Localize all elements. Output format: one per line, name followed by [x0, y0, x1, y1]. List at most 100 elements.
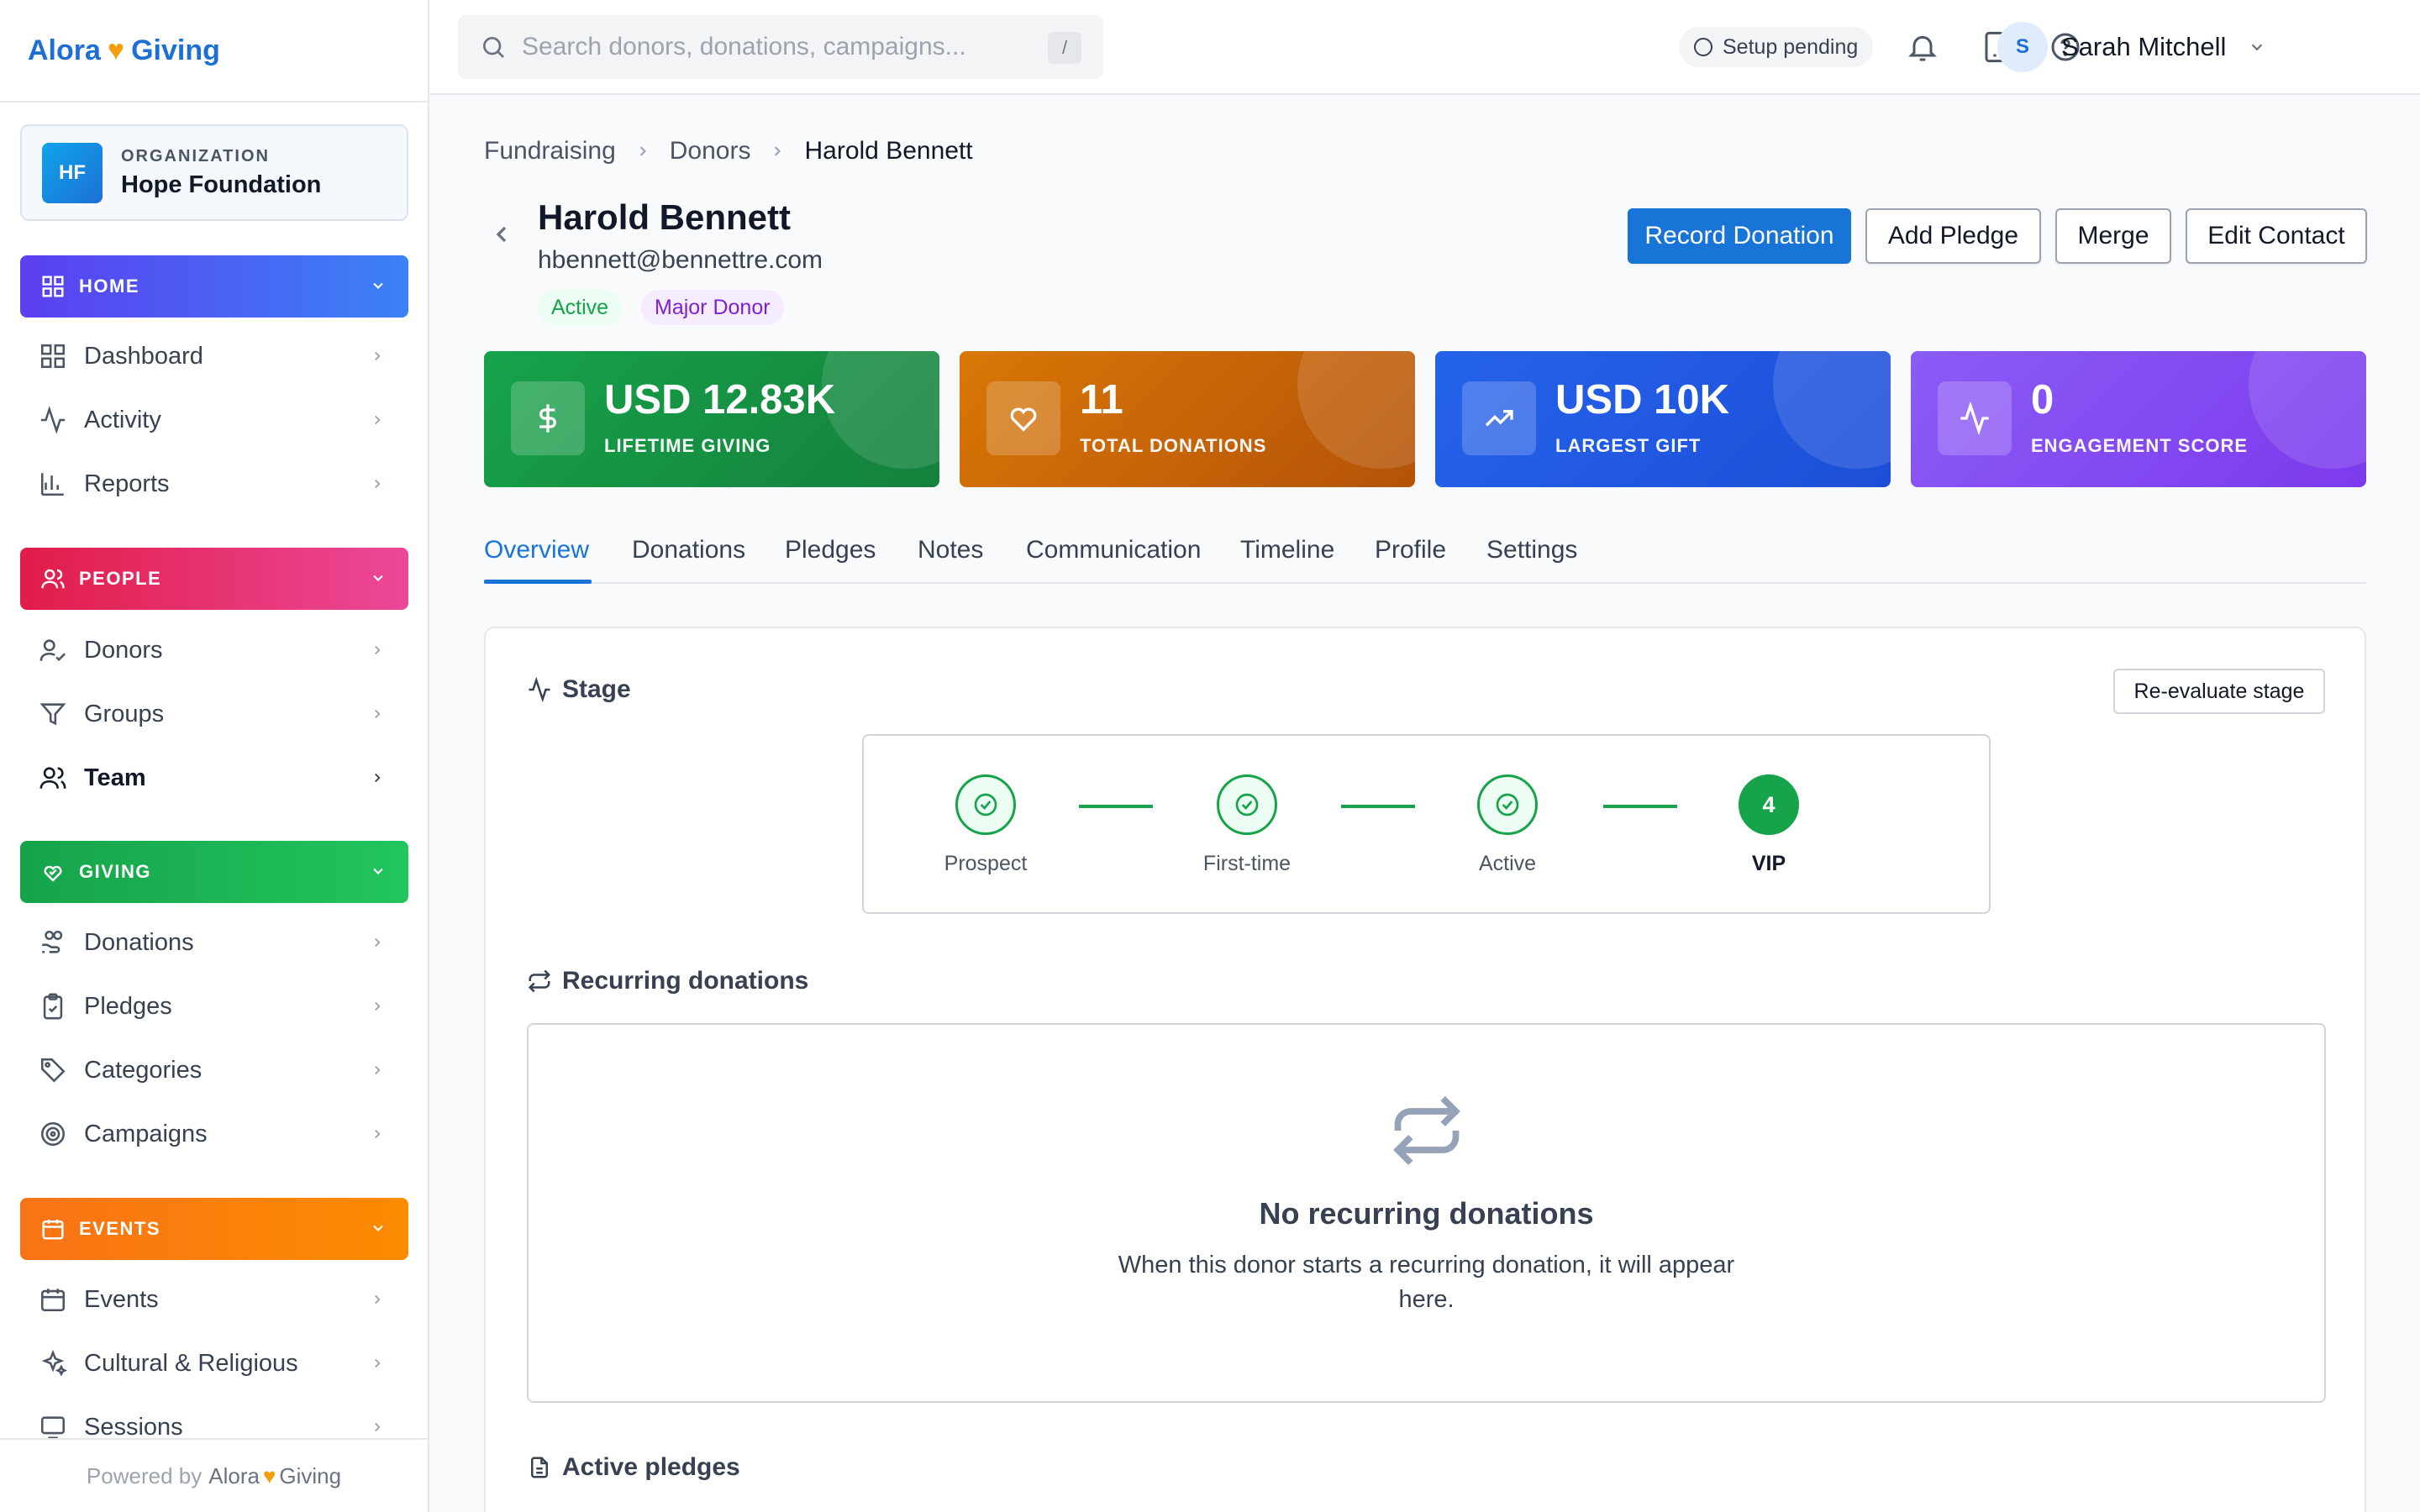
- stat-largest-gift: USD 10K LARGEST GIFT: [1435, 351, 1891, 487]
- back-chevron-icon[interactable]: [488, 221, 515, 248]
- stat-engagement-score: 0 ENGAGEMENT SCORE: [1911, 351, 2366, 487]
- sidebar-item-dashboard[interactable]: Dashboard: [20, 327, 408, 386]
- chevron-right-icon: [375, 937, 381, 948]
- stage-step-label: Prospect: [944, 852, 1028, 875]
- sidebar-item-activity[interactable]: Activity: [20, 391, 408, 449]
- sidebar-item-reports[interactable]: Reports: [20, 454, 408, 513]
- sidebar-item-cultural-religious[interactable]: Cultural & Religious: [20, 1334, 408, 1393]
- stage-step-label: First-time: [1202, 852, 1292, 875]
- calendar-icon: [42, 1219, 64, 1240]
- brand-name-right: Giving: [131, 34, 220, 66]
- global-search[interactable]: /: [458, 15, 1103, 79]
- users-icon: [39, 767, 66, 789]
- organization-switcher[interactable]: HF ORGANIZATION Hope Foundation: [20, 124, 408, 221]
- check-circle-icon: [974, 793, 997, 816]
- sidebar-item-events[interactable]: Events: [20, 1270, 408, 1329]
- breadcrumb: Fundraising Donors Harold Bennett: [484, 137, 973, 165]
- bell-icon[interactable]: [1906, 30, 1939, 64]
- chevron-right-icon: [375, 415, 381, 425]
- chevron-right-icon: [375, 1065, 381, 1075]
- tab-timeline[interactable]: Timeline: [1240, 536, 1334, 582]
- brand-logo[interactable]: Alora ♥ Giving: [0, 0, 428, 102]
- repeat-icon: [528, 969, 551, 993]
- recurring-section-title: Recurring donations: [527, 967, 808, 995]
- sidebar-item-label: Categories: [84, 1056, 203, 1084]
- grid-icon: [42, 276, 64, 297]
- donor-tier-badge: Major Donor: [641, 290, 784, 325]
- repeat-icon: [1392, 1095, 1460, 1166]
- users-icon: [41, 569, 65, 589]
- search-icon: [483, 37, 504, 58]
- stat-total-donations: 11 TOTAL DONATIONS: [960, 351, 1415, 487]
- edit-contact-button[interactable]: Edit Contact: [2186, 208, 2367, 264]
- section-home-header[interactable]: HOME: [20, 255, 408, 318]
- chevron-right-icon: [639, 146, 646, 156]
- user-check-icon: [39, 639, 66, 662]
- breadcrumb-donors[interactable]: Donors: [670, 137, 751, 165]
- heart-icon: ♥: [107, 34, 125, 66]
- sidebar-item-donors[interactable]: Donors: [20, 621, 408, 680]
- tab-pledges[interactable]: Pledges: [785, 536, 876, 582]
- org-name: Hope Foundation: [121, 171, 322, 198]
- sidebar-item-campaigns[interactable]: Campaigns: [20, 1105, 408, 1163]
- tab-notes[interactable]: Notes: [918, 536, 983, 582]
- stage-step-vip: 4 VIP: [1693, 774, 1844, 876]
- stage-connector: [1341, 805, 1415, 808]
- dollar-icon: [539, 404, 556, 433]
- breadcrumb-fundraising[interactable]: Fundraising: [484, 137, 616, 165]
- check-circle-icon: [1496, 793, 1519, 816]
- add-pledge-button[interactable]: Add Pledge: [1865, 208, 2041, 264]
- section-events-title: EVENTS: [79, 1218, 161, 1239]
- hand-heart-icon: [44, 865, 62, 882]
- tab-communication[interactable]: Communication: [1026, 536, 1201, 582]
- org-avatar: HF: [42, 142, 103, 203]
- sidebar-item-categories[interactable]: Categories: [20, 1041, 408, 1100]
- sidebar-item-label: Events: [84, 1285, 159, 1313]
- stage-step-prospect: Prospect: [910, 774, 1061, 876]
- chevron-right-icon: [375, 1358, 381, 1368]
- section-giving-header[interactable]: GIVING: [20, 841, 408, 903]
- user-name: Sarah Mitchell: [2061, 32, 2227, 61]
- recurring-empty-state: No recurring donations When this donor s…: [527, 1023, 2326, 1403]
- setup-status-badge[interactable]: Setup pending: [1679, 27, 1874, 67]
- merge-button[interactable]: Merge: [2055, 208, 2171, 264]
- chevron-right-icon: [375, 1294, 381, 1305]
- sidebar-item-label: Campaigns: [84, 1120, 208, 1147]
- heart-icon: ♥: [262, 1462, 276, 1488]
- chevron-right-icon: [375, 645, 381, 655]
- sidebar-item-label: Dashboard: [84, 342, 203, 370]
- donor-email: hbennett@bennettre.com: [538, 246, 823, 274]
- sidebar-item-pledges[interactable]: Pledges: [20, 977, 408, 1036]
- dashboard-icon: [40, 344, 66, 369]
- chevron-right-icon: [375, 773, 381, 783]
- pledges-title: Active pledges: [562, 1453, 740, 1481]
- user-menu[interactable]: S Sarah Mitchell: [1997, 22, 2266, 72]
- stat-label: ENGAGEMENT SCORE: [2031, 435, 2249, 456]
- clipboard-check-icon: [43, 993, 63, 1020]
- stat-label: LARGEST GIFT: [1555, 435, 1702, 456]
- chevron-right-icon: [375, 479, 381, 489]
- footer-brand-left: Alora: [208, 1462, 260, 1488]
- section-giving-title: GIVING: [79, 861, 152, 882]
- stat-value: USD 12.83K: [604, 377, 836, 423]
- stat-value: 0: [2031, 377, 2054, 423]
- search-input[interactable]: [522, 33, 1026, 61]
- brand-name-left: Alora: [28, 34, 101, 66]
- tab-settings[interactable]: Settings: [1486, 536, 1577, 582]
- tab-profile[interactable]: Profile: [1375, 536, 1446, 582]
- sidebar-item-groups[interactable]: Groups: [20, 685, 408, 743]
- chevron-right-icon: [375, 1001, 381, 1011]
- section-people-header[interactable]: PEOPLE: [20, 548, 408, 610]
- record-donation-button[interactable]: Record Donation: [1628, 208, 1851, 264]
- avatar: S: [1997, 22, 2048, 72]
- sidebar: Alora ♥ Giving HF ORGANIZATION Hope Foun…: [0, 0, 429, 1512]
- sidebar-item-donations[interactable]: Donations: [20, 913, 408, 972]
- reevaluate-stage-button[interactable]: Re-evaluate stage: [2113, 669, 2325, 714]
- stage-connector: [1079, 805, 1153, 808]
- tab-overview[interactable]: Overview: [484, 536, 589, 582]
- sidebar-item-label: Pledges: [84, 992, 172, 1020]
- sidebar-item-team[interactable]: Team: [20, 748, 408, 807]
- footer-prefix: Powered by: [86, 1462, 203, 1488]
- tab-donations[interactable]: Donations: [632, 536, 745, 582]
- section-events-header[interactable]: EVENTS: [20, 1198, 408, 1260]
